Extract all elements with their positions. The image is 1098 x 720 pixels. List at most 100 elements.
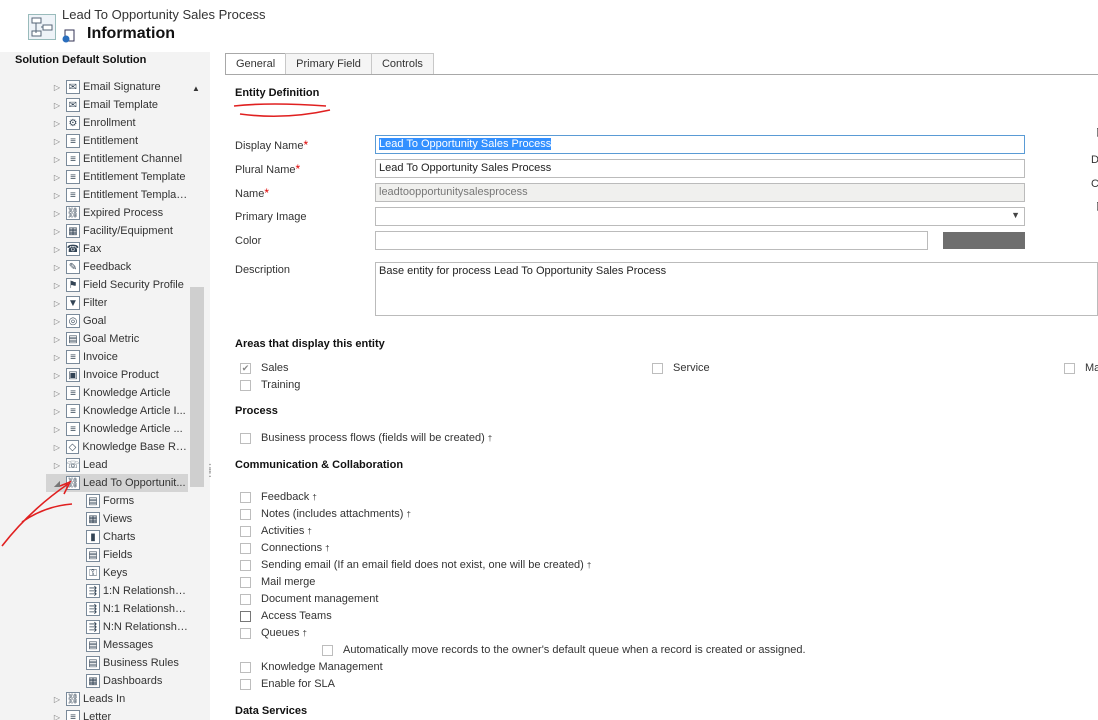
tree-item[interactable]: ▷ ✉ Email Template <box>0 96 188 114</box>
expand-arrow-icon[interactable]: ▷ <box>52 353 62 362</box>
expand-arrow-icon[interactable]: ▷ <box>52 335 62 344</box>
expand-arrow-icon[interactable]: ▷ <box>52 119 62 128</box>
opt-activities[interactable]: Activities † <box>240 525 312 537</box>
tree-item[interactable]: ▷ ≡ Knowledge Article ... <box>0 420 188 438</box>
tab-controls[interactable]: Controls <box>370 53 434 74</box>
tree-item-selected[interactable]: ◢ ⛓ Lead To Opportunit... <box>46 474 188 492</box>
primary-image-select[interactable]: ▼ <box>375 207 1025 226</box>
tree-child-item[interactable]: ▮ Charts <box>0 528 188 546</box>
expand-arrow-icon[interactable]: ▷ <box>52 371 62 380</box>
expand-arrow-icon[interactable]: ▷ <box>52 101 62 110</box>
expand-arrow-icon[interactable]: ▷ <box>52 209 62 218</box>
tree-child-item[interactable]: ⇶ 1:N Relationships <box>0 582 188 600</box>
tree-item[interactable]: ▷ ≡ Entitlement Templat... <box>0 186 188 204</box>
expand-arrow-icon[interactable]: ▷ <box>52 173 62 182</box>
opt-sending-email[interactable]: Sending email (If an email field does no… <box>240 559 591 571</box>
expand-arrow-icon[interactable]: ▷ <box>52 299 62 308</box>
checkbox-icon[interactable] <box>322 644 333 656</box>
checkbox-icon[interactable] <box>240 379 251 391</box>
tree-item[interactable]: ▷ ≡ Entitlement <box>0 132 188 150</box>
tree-child-item[interactable]: ▦ Dashboards <box>0 672 188 690</box>
expand-arrow-icon[interactable]: ▷ <box>52 443 62 452</box>
color-input[interactable] <box>375 231 928 250</box>
expand-arrow-icon[interactable]: ▷ <box>52 245 62 254</box>
tree-item[interactable]: ▷ ⚑ Field Security Profile <box>0 276 188 294</box>
opt-auto-move-queue[interactable]: Automatically move records to the owner'… <box>322 644 806 656</box>
expand-arrow-icon[interactable]: ▷ <box>52 389 62 398</box>
expand-arrow-icon[interactable]: ▷ <box>52 425 62 434</box>
checkbox-icon[interactable] <box>240 593 251 605</box>
color-swatch[interactable] <box>943 232 1025 249</box>
checkbox-icon[interactable] <box>240 661 251 673</box>
tree-item[interactable]: ▷ ▦ Facility/Equipment <box>0 222 188 240</box>
expand-arrow-icon[interactable]: ▷ <box>52 155 62 164</box>
expand-arrow-icon[interactable]: ▷ <box>52 137 62 146</box>
opt-notes[interactable]: Notes (includes attachments) † <box>240 508 411 520</box>
tree-item[interactable]: ▷ ⛓ Expired Process <box>0 204 188 222</box>
tree-child-item[interactable]: ⇶ N:N Relationshi... <box>0 618 188 636</box>
checkbox-icon[interactable] <box>240 542 251 554</box>
opt-feedback[interactable]: Feedback † <box>240 491 317 503</box>
opt-document-management[interactable]: Document management <box>240 593 378 605</box>
tree-item[interactable]: ▷ ⚙ Enrollment <box>0 114 188 132</box>
tab-general[interactable]: General <box>225 53 287 75</box>
tree-child-item[interactable]: ▤ Business Rules <box>0 654 188 672</box>
tree-child-item[interactable]: ⚿ Keys <box>0 564 188 582</box>
tree-child-item[interactable]: ▤ Forms <box>0 492 188 510</box>
tree-child-item[interactable]: ⇶ N:1 Relationships <box>0 600 188 618</box>
bpf-option[interactable]: Business process flows (fields will be c… <box>240 432 492 444</box>
opt-queues[interactable]: Queues † <box>240 627 307 639</box>
tree-item[interactable]: ▷ ✉ Email Signature <box>0 78 188 96</box>
expand-arrow-icon[interactable]: ▷ <box>52 83 62 92</box>
checkbox-icon[interactable] <box>240 576 251 588</box>
checkbox-icon[interactable] <box>1064 362 1075 374</box>
tree-item[interactable]: ▷ ☎ Fax <box>0 240 188 258</box>
plural-name-input[interactable]: Lead To Opportunity Sales Process <box>375 159 1025 178</box>
sidebar-scrollbar[interactable] <box>190 287 204 487</box>
checkbox-icon[interactable] <box>240 559 251 571</box>
expand-arrow-icon[interactable]: ▷ <box>52 281 62 290</box>
tree-item[interactable]: ▷ ≡ Knowledge Article <box>0 384 188 402</box>
expand-arrow-icon[interactable]: ▷ <box>52 317 62 326</box>
scroll-up-icon[interactable]: ▲ <box>192 84 200 93</box>
checkbox-icon[interactable] <box>240 491 251 503</box>
splitter-grip-icon[interactable]: ⋮ ⋮ <box>205 464 215 479</box>
area-service[interactable]: Service <box>652 362 710 374</box>
description-textarea[interactable]: Base entity for process Lead To Opportun… <box>375 262 1098 316</box>
tree-child-item[interactable]: ▤ Fields <box>0 546 188 564</box>
checkbox-icon[interactable] <box>240 627 251 639</box>
expand-arrow-icon[interactable]: ▷ <box>52 407 62 416</box>
checkbox-icon[interactable] <box>240 432 251 444</box>
display-name-input[interactable]: Lead To Opportunity Sales Process <box>375 135 1025 154</box>
checkbox-icon[interactable] <box>240 678 251 690</box>
tree-item[interactable]: ▷ ◎ Goal <box>0 312 188 330</box>
tree-item[interactable]: ▷ ☏ Lead <box>0 456 188 474</box>
tree-item[interactable]: ▷ ⛓ Leads In <box>0 690 188 708</box>
expand-arrow-icon[interactable]: ▷ <box>52 695 62 704</box>
tab-primary-field[interactable]: Primary Field <box>285 53 372 74</box>
expand-arrow-icon[interactable]: ▷ <box>52 461 62 470</box>
checkbox-checked-icon[interactable]: ✔ <box>240 362 251 374</box>
checkbox-icon[interactable] <box>652 362 663 374</box>
tree-item[interactable]: ▷ ▤ Goal Metric <box>0 330 188 348</box>
tree-item[interactable]: ▷ ◇ Knowledge Base Re... <box>0 438 188 456</box>
expand-arrow-icon[interactable]: ▷ <box>52 263 62 272</box>
expand-arrow-icon[interactable]: ▷ <box>52 227 62 236</box>
area-training[interactable]: Training <box>240 379 300 391</box>
tree-item[interactable]: ▷ ≡ Entitlement Channel <box>0 150 188 168</box>
checkbox-icon[interactable] <box>240 610 251 622</box>
area-marketing[interactable]: Ma <box>1064 362 1098 374</box>
expand-arrow-icon[interactable]: ▷ <box>52 191 62 200</box>
tree-child-item[interactable]: ▦ Views <box>0 510 188 528</box>
tree-item[interactable]: ▷ ▣ Invoice Product <box>0 366 188 384</box>
opt-mail-merge[interactable]: Mail merge <box>240 576 315 588</box>
tree-item[interactable]: ▷ ≡ Letter <box>0 708 188 720</box>
area-sales[interactable]: ✔ Sales <box>240 362 289 374</box>
checkbox-icon[interactable] <box>240 525 251 537</box>
tree-item[interactable]: ▷ ≡ Entitlement Template <box>0 168 188 186</box>
expand-arrow-icon[interactable]: ▷ <box>52 713 62 720</box>
opt-enable-sla[interactable]: Enable for SLA <box>240 678 335 690</box>
tree-item[interactable]: ▷ ≡ Knowledge Article I... <box>0 402 188 420</box>
opt-connections[interactable]: Connections † <box>240 542 330 554</box>
tree-item[interactable]: ▷ ▼ Filter <box>0 294 188 312</box>
